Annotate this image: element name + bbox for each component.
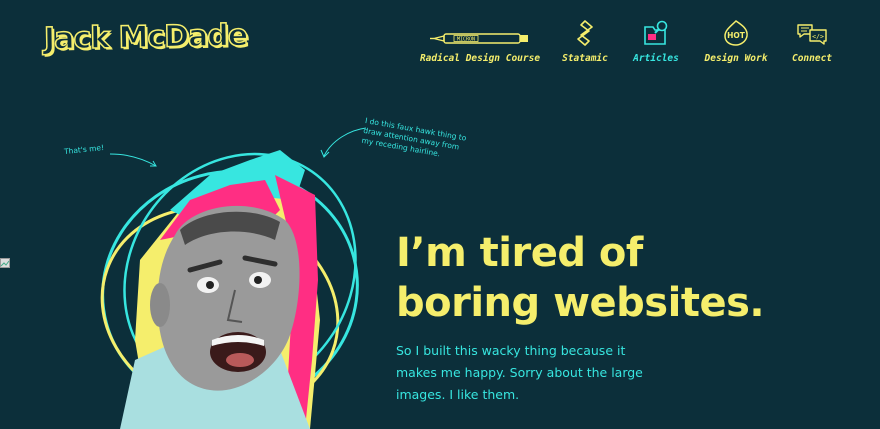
portrait-illustration: [80, 140, 380, 429]
broken-image-icon: [0, 253, 10, 268]
nav-label-connect: Connect: [791, 53, 833, 64]
nav-connect[interactable]: </> Connect: [784, 18, 840, 64]
hero-subtitle-line-1: So I built this wacky thing because it: [396, 343, 626, 358]
nav-design-work[interactable]: HOT Design Work: [698, 18, 774, 64]
nav-label-statamic: Statamic: [562, 53, 608, 64]
hero-subtitle-line-2: makes me happy. Sorry about the large: [396, 365, 643, 380]
hero-subtitle-line-3: images. I like them.: [396, 387, 520, 402]
statamic-icon: [575, 18, 595, 46]
folder-magnify-icon: [643, 18, 669, 46]
nav-statamic[interactable]: Statamic: [555, 18, 615, 64]
speech-bubbles-icon: </>: [796, 18, 828, 46]
hero-headline: I’m tired of boring websites.: [396, 228, 765, 328]
hero-subtitle: So I built this wacky thing because it m…: [396, 340, 696, 406]
hero-headline-line-2: boring websites.: [396, 280, 765, 326]
hot-icon: HOT: [722, 18, 750, 46]
nav-label-radical-design-course: Radical Design Course: [419, 53, 541, 64]
nav-label-design-work: Design Work: [704, 53, 768, 64]
main-nav: MICRON Radical Design Course Statamic Ar…: [420, 18, 840, 68]
hero-headline-line-1: I’m tired of: [396, 230, 643, 276]
nav-articles[interactable]: Articles: [626, 18, 686, 64]
nav-label-articles: Articles: [633, 53, 679, 64]
site-logo[interactable]: Jack McDade: [43, 17, 248, 57]
hot-label: HOT: [727, 31, 746, 40]
pen-label: MICRON: [457, 36, 475, 42]
micron-pen-icon: MICRON: [430, 18, 530, 46]
nav-radical-design-course[interactable]: MICRON Radical Design Course: [420, 18, 540, 64]
svg-text:</>: </>: [812, 33, 824, 41]
